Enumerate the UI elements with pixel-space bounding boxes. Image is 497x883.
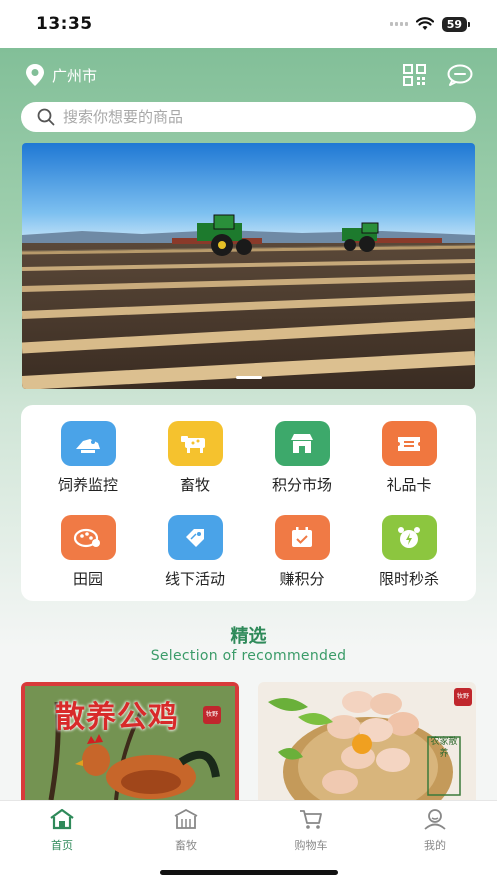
product-tag: 牧野 [203,706,221,724]
menu-item-flash-sale[interactable]: 限时秒杀 [359,515,459,589]
location-label: 广州市 [52,66,98,85]
tab-label: 首页 [51,839,73,852]
menu-label: 礼品卡 [386,476,432,494]
menu-item-gift-card[interactable]: 礼品卡 [359,421,459,495]
flash-sale-icon [381,515,437,560]
garden-icon [60,515,116,560]
section-title: 精选 [230,626,267,647]
product-tag: 牧野 [454,688,472,706]
feed-monitor-icon [60,421,116,466]
menu-item-points-market[interactable]: 积分市场 [252,421,352,495]
menu-item-earn-points[interactable]: 赚积分 [252,515,352,589]
home-indicator [159,870,338,875]
earn-points-icon [274,515,330,560]
search-input[interactable] [63,108,443,126]
menu-label: 畜牧 [179,476,210,494]
qr-scan-icon[interactable] [402,63,428,87]
menu-item-livestock[interactable]: 畜牧 [145,421,245,495]
gift-card-icon [381,421,437,466]
status-time: 13:35 [36,14,93,34]
product-card-rooster[interactable]: 散养公鸡 牧野 [21,682,239,800]
product-title: 散养公鸡 [55,700,179,735]
bottom-tab-bar: 首页 畜牧 购物车 我的 [0,800,497,883]
status-icons: 59 [389,16,471,32]
barn-icon [174,808,198,829]
tab-profile[interactable]: 我的 [395,807,475,853]
menu-item-offline-event[interactable]: 线下活动 [145,515,245,589]
menu-label: 田园 [72,570,103,588]
search-bar[interactable] [21,102,476,132]
product-title: 农家散养 [430,737,458,759]
status-bar: 13:35 59 [0,0,497,48]
profile-icon [424,809,446,830]
menu-item-feed-monitor[interactable]: 饲养监控 [38,421,138,495]
header-bar: 广州市 [24,60,474,90]
signal-icon [389,22,408,26]
battery-indicator: 59 [441,16,471,32]
menu-label: 赚积分 [279,570,325,588]
search-icon [37,108,55,126]
menu-label: 饲养监控 [57,476,118,494]
tab-label: 我的 [424,839,446,852]
cart-icon [300,810,322,829]
wifi-icon [415,17,434,30]
message-icon[interactable] [446,63,474,87]
location-pin-icon [26,64,44,86]
location-selector[interactable]: 广州市 [24,63,97,87]
livestock-icon [167,421,223,466]
tab-livestock[interactable]: 畜牧 [146,807,226,853]
tab-label: 畜牧 [175,839,197,852]
menu-label: 积分市场 [271,476,332,494]
menu-grid: 饲养监控 畜牧 积分市场 礼品卡 田园 线下活动 赚积分 限时秒杀 [21,405,476,601]
banner-image [22,143,475,389]
carousel-indicator [235,376,262,379]
section-subtitle: Selection of recommended [150,648,347,664]
tab-label: 购物车 [294,839,328,852]
product-card-eggs[interactable]: 农家散养 牧野 [258,682,476,800]
tab-home[interactable]: 首页 [22,807,102,853]
tab-cart[interactable]: 购物车 [271,807,351,853]
banner-carousel[interactable] [22,143,475,389]
home-icon [50,808,74,830]
menu-label: 线下活动 [164,570,225,588]
menu-item-garden[interactable]: 田园 [38,515,138,589]
points-market-icon [274,421,330,466]
offline-event-icon [167,515,223,560]
menu-label: 限时秒杀 [378,570,439,588]
